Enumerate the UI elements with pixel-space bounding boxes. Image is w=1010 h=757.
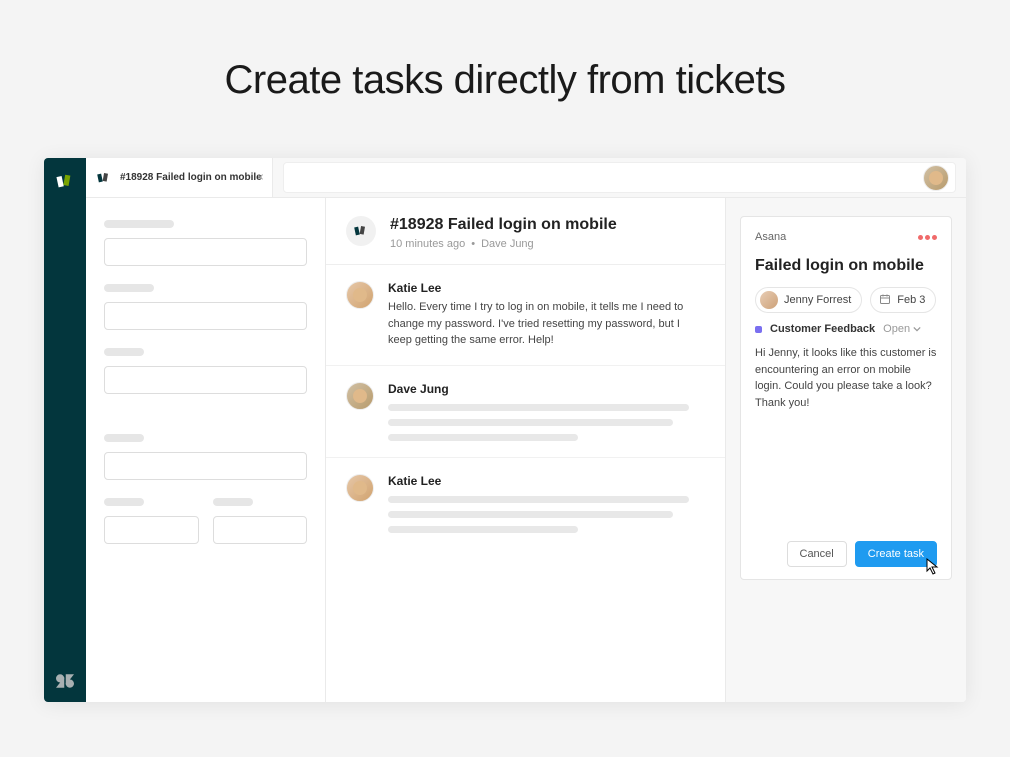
ticket-header: #18928 Failed login on mobile 10 minutes…	[326, 198, 725, 265]
project-color-dot	[755, 326, 762, 333]
message: Dave Jung	[326, 366, 725, 458]
ticket-subtitle: 10 minutes ago•Dave Jung	[390, 238, 617, 250]
ticket-tab[interactable]: #18928 Failed login on mobile ×	[86, 158, 273, 197]
asana-card-header: Asana	[755, 231, 937, 243]
task-meta-row: Jenny Forrest Feb 3	[755, 287, 937, 313]
main-area: #18928 Failed login on mobile ×	[86, 158, 966, 702]
tab-title: #18928 Failed login on mobile	[120, 172, 262, 184]
ticket-type-icon	[346, 216, 376, 246]
left-rail	[44, 158, 86, 702]
zendesk-logo-icon	[56, 674, 74, 688]
message-author: Katie Lee	[388, 281, 705, 295]
field-input[interactable]	[104, 452, 307, 480]
project-row[interactable]: Customer Feedback Open	[755, 323, 937, 335]
topbar: #18928 Failed login on mobile ×	[86, 158, 966, 198]
field-label	[104, 348, 144, 356]
asana-card: Asana Failed login on mobile Jenny Forre…	[740, 216, 952, 580]
message-author: Katie Lee	[388, 474, 705, 488]
app-logo-icon	[56, 172, 74, 190]
ticket-timestamp: 10 minutes ago	[390, 238, 465, 250]
asana-logo-icon	[918, 235, 937, 240]
status-dropdown[interactable]: Open	[883, 323, 921, 335]
field-label	[104, 220, 174, 228]
message-author: Dave Jung	[388, 382, 705, 396]
conversation-panel: #18928 Failed login on mobile 10 minutes…	[326, 198, 726, 702]
text-placeholder	[388, 496, 689, 503]
text-placeholder	[388, 511, 673, 518]
avatar	[760, 291, 778, 309]
chevron-down-icon	[913, 325, 921, 333]
task-title: Failed login on mobile	[755, 257, 937, 275]
message: Katie Lee	[326, 458, 725, 549]
field-input[interactable]	[104, 302, 307, 330]
text-placeholder	[388, 526, 578, 533]
button-row: Cancel Create task	[755, 541, 937, 567]
ticket-properties-panel	[86, 198, 326, 702]
cancel-button[interactable]: Cancel	[787, 541, 847, 567]
calendar-icon	[879, 293, 891, 308]
field-label	[213, 498, 253, 506]
avatar	[346, 281, 374, 309]
field-input[interactable]	[104, 516, 199, 544]
task-description: Hi Jenny, it looks like this customer is…	[755, 345, 937, 411]
due-date: Feb 3	[897, 294, 925, 306]
due-date-pill[interactable]: Feb 3	[870, 287, 936, 313]
avatar	[346, 382, 374, 410]
text-placeholder	[388, 404, 689, 411]
assignee-pill[interactable]: Jenny Forrest	[755, 287, 862, 313]
apps-panel: Asana Failed login on mobile Jenny Forre…	[726, 198, 966, 702]
avatar[interactable]	[923, 165, 949, 191]
message: Katie Lee Hello. Every time I try to log…	[326, 265, 725, 366]
content-row: #18928 Failed login on mobile 10 minutes…	[86, 198, 966, 702]
field-input[interactable]	[104, 238, 307, 266]
cursor-icon	[925, 558, 941, 581]
app-window: #18928 Failed login on mobile ×	[44, 158, 966, 702]
message-thread: Katie Lee Hello. Every time I try to log…	[326, 265, 725, 549]
text-placeholder	[388, 419, 673, 426]
asana-brand-label: Asana	[755, 231, 786, 243]
field-input[interactable]	[104, 366, 307, 394]
ticket-icon	[96, 170, 112, 186]
ticket-title: #18928 Failed login on mobile	[390, 216, 617, 234]
field-label	[104, 498, 144, 506]
project-name: Customer Feedback	[770, 323, 875, 335]
message-text: Hello. Every time I try to log in on mob…	[388, 299, 705, 349]
ticket-author: Dave Jung	[481, 238, 534, 250]
field-label	[104, 284, 154, 292]
avatar	[346, 474, 374, 502]
field-input[interactable]	[213, 516, 308, 544]
search-bar[interactable]	[283, 162, 956, 193]
close-icon[interactable]: ×	[257, 170, 264, 184]
text-placeholder	[388, 434, 578, 441]
field-label	[104, 434, 144, 442]
page-heading: Create tasks directly from tickets	[0, 0, 1010, 103]
assignee-name: Jenny Forrest	[784, 294, 851, 306]
